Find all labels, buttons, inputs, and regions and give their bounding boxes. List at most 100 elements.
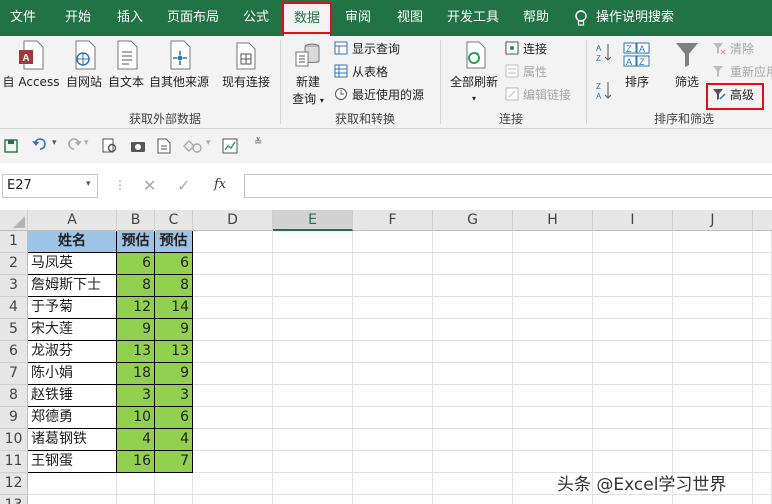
empty-cell[interactable] <box>673 297 753 319</box>
empty-cell[interactable] <box>117 473 155 495</box>
row-header[interactable]: 1 <box>0 231 28 253</box>
table-cell[interactable]: 6 <box>155 407 193 429</box>
empty-cell[interactable] <box>433 429 513 451</box>
empty-cell[interactable] <box>273 385 353 407</box>
recent-sources-button[interactable]: 最近使用的源 <box>334 86 424 104</box>
column-header-d[interactable]: D <box>193 210 273 231</box>
tell-me-search[interactable]: 操作说明搜索 <box>596 0 682 36</box>
new-query-button[interactable]: 新建 查询 ▾ <box>288 40 328 107</box>
tab-home[interactable]: 开始 <box>56 0 100 36</box>
row-header[interactable]: 8 <box>0 385 28 407</box>
row-header[interactable]: 5 <box>0 319 28 341</box>
properties-button[interactable]: 属性 <box>505 63 547 81</box>
empty-cell[interactable] <box>673 275 753 297</box>
camera-icon[interactable] <box>130 139 146 156</box>
empty-cell[interactable] <box>273 495 353 504</box>
table-cell[interactable]: 诸葛钢铁 <box>28 429 117 451</box>
empty-cell[interactable] <box>673 429 753 451</box>
row-header[interactable]: 3 <box>0 275 28 297</box>
empty-cell[interactable] <box>673 407 753 429</box>
empty-cell[interactable] <box>353 253 433 275</box>
empty-cell[interactable] <box>353 407 433 429</box>
empty-cell[interactable] <box>273 231 353 253</box>
empty-cell[interactable] <box>273 473 353 495</box>
save-icon[interactable] <box>4 139 18 156</box>
empty-cell[interactable] <box>753 363 772 385</box>
empty-cell[interactable] <box>513 429 593 451</box>
empty-cell[interactable] <box>753 451 772 473</box>
cancel-icon[interactable]: ✕ <box>143 176 156 195</box>
column-header-h[interactable]: H <box>513 210 593 231</box>
show-queries-button[interactable]: 显示查询 <box>334 40 400 58</box>
edit-links-button[interactable]: 编辑链接 <box>505 86 571 104</box>
from-access-button[interactable]: A 自 Access <box>2 40 60 90</box>
empty-cell[interactable] <box>513 297 593 319</box>
empty-cell[interactable] <box>513 275 593 297</box>
column-header-i[interactable]: I <box>593 210 673 231</box>
empty-cell[interactable] <box>273 429 353 451</box>
filter-button[interactable]: 筛选 <box>670 40 704 90</box>
empty-cell[interactable] <box>273 363 353 385</box>
tab-help[interactable]: 帮助 <box>514 0 558 36</box>
empty-cell[interactable] <box>353 473 433 495</box>
table-cell[interactable]: 6 <box>117 253 155 275</box>
empty-cell[interactable] <box>28 495 117 504</box>
empty-cell[interactable] <box>513 319 593 341</box>
column-header-c[interactable]: C <box>155 210 193 231</box>
empty-cell[interactable] <box>593 341 673 363</box>
empty-cell[interactable] <box>117 495 155 504</box>
empty-cell[interactable] <box>273 253 353 275</box>
from-table-button[interactable]: 从表格 <box>334 63 388 81</box>
table-cell[interactable]: 王钢蛋 <box>28 451 117 473</box>
formula-input[interactable] <box>244 174 772 198</box>
empty-cell[interactable] <box>513 495 593 504</box>
table-cell[interactable]: 6 <box>155 253 193 275</box>
table-header-cell[interactable]: 预估 <box>155 231 193 253</box>
empty-cell[interactable] <box>433 451 513 473</box>
empty-cell[interactable] <box>513 341 593 363</box>
empty-cell[interactable] <box>433 297 513 319</box>
empty-cell[interactable] <box>353 385 433 407</box>
empty-cell[interactable] <box>273 407 353 429</box>
text-box-icon[interactable] <box>156 138 172 157</box>
empty-cell[interactable] <box>433 231 513 253</box>
empty-cell[interactable] <box>593 407 673 429</box>
undo-icon[interactable] <box>32 138 50 155</box>
empty-cell[interactable] <box>753 341 772 363</box>
empty-cell[interactable] <box>513 231 593 253</box>
row-header[interactable]: 11 <box>0 451 28 473</box>
table-cell[interactable]: 7 <box>155 451 193 473</box>
column-header-k[interactable] <box>753 210 772 231</box>
empty-cell[interactable] <box>753 407 772 429</box>
empty-cell[interactable] <box>593 385 673 407</box>
row-header[interactable]: 12 <box>0 473 28 495</box>
empty-cell[interactable] <box>353 451 433 473</box>
empty-cell[interactable] <box>593 495 673 504</box>
table-cell[interactable]: 马凤英 <box>28 253 117 275</box>
empty-cell[interactable] <box>273 451 353 473</box>
empty-cell[interactable] <box>353 363 433 385</box>
empty-cell[interactable] <box>193 451 273 473</box>
empty-cell[interactable] <box>673 341 753 363</box>
empty-cell[interactable] <box>433 473 513 495</box>
empty-cell[interactable] <box>273 297 353 319</box>
empty-cell[interactable] <box>673 363 753 385</box>
empty-cell[interactable] <box>353 275 433 297</box>
empty-cell[interactable] <box>273 319 353 341</box>
empty-cell[interactable] <box>433 363 513 385</box>
empty-cell[interactable] <box>753 495 772 504</box>
name-box[interactable]: E27 <box>2 174 98 198</box>
empty-cell[interactable] <box>193 473 273 495</box>
empty-cell[interactable] <box>433 407 513 429</box>
empty-cell[interactable] <box>673 319 753 341</box>
table-cell[interactable]: 龙淑芬 <box>28 341 117 363</box>
empty-cell[interactable] <box>273 341 353 363</box>
table-cell[interactable]: 赵铁锤 <box>28 385 117 407</box>
empty-cell[interactable] <box>353 297 433 319</box>
table-cell[interactable]: 9 <box>117 319 155 341</box>
table-cell[interactable]: 8 <box>117 275 155 297</box>
table-cell[interactable]: 詹姆斯下士 <box>28 275 117 297</box>
row-header[interactable]: 10 <box>0 429 28 451</box>
empty-cell[interactable] <box>753 319 772 341</box>
row-header[interactable]: 2 <box>0 253 28 275</box>
